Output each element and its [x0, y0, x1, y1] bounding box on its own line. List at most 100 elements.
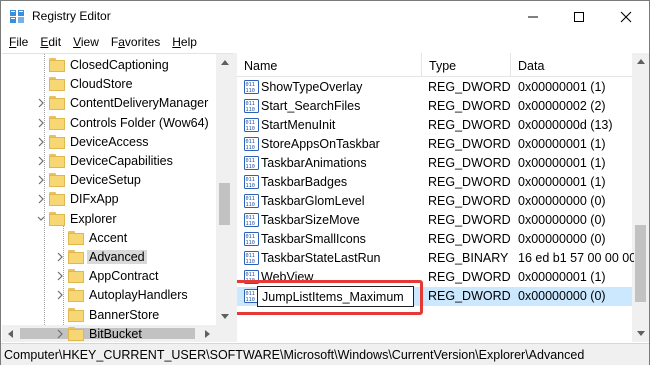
folder-icon — [49, 134, 65, 149]
registry-value-row[interactable]: 011 110 StartMenuInit REG_DWORD 0x0000000d (… — [237, 116, 632, 135]
value-type: REG_DWORD — [428, 289, 511, 303]
reg-dword-icon: 011 110 — [244, 175, 259, 189]
svg-text:110: 110 — [246, 259, 255, 265]
value-data: 0x00000001 (1) — [518, 175, 606, 189]
tree-collapsed-chevron-icon[interactable] — [35, 193, 47, 205]
registry-values-list[interactable]: Name Type Data 011 110 ShowTypeOverlay REG_… — [237, 53, 649, 342]
value-name: TaskbarSmallIcons — [261, 232, 366, 246]
value-name: WebView — [261, 270, 314, 284]
rename-value-input[interactable] — [257, 286, 414, 307]
menu-bar: File Edit View Favorites Help — [1, 32, 649, 52]
reg-dword-icon: 011 110 — [244, 270, 259, 284]
tree-expanded-chevron-icon[interactable] — [35, 213, 47, 225]
tree-item-label: DeviceCapabilities — [70, 154, 173, 168]
reg-dword-icon: 011 110 — [244, 80, 259, 94]
tree-vertical-scroll-thumb[interactable] — [219, 183, 230, 225]
tree-item[interactable]: AutoplayHandlers — [2, 286, 216, 305]
registry-value-row[interactable]: 011 110 TaskbarStateLastRun REG_BINARY 16 ed… — [237, 249, 634, 268]
tree-vertical-scrollbar[interactable] — [216, 54, 233, 325]
value-data: 16 ed b1 57 00 00 00 00 — [518, 251, 634, 265]
reg-dword-icon: 011 110 — [244, 251, 259, 265]
tree-collapsed-chevron-icon[interactable] — [54, 270, 66, 282]
tree-item[interactable]: CloudStore — [2, 75, 216, 94]
registry-key-tree[interactable]: ClosedCaptioning CloudStore ContentDeliver… — [2, 53, 233, 342]
editing-value-row[interactable]: 011110REG_DWORD0x00000000 (0) — [237, 280, 632, 315]
reg-dword-icon: 011 110 — [244, 137, 259, 151]
minimize-button[interactable] — [510, 1, 556, 32]
svg-text:110: 110 — [246, 164, 255, 170]
tree-item-label: BannerStore — [89, 307, 160, 322]
menu-file[interactable]: File — [3, 32, 34, 52]
tree-item-label: AutoplayHandlers — [89, 288, 188, 303]
registry-value-row[interactable]: 011 110 StoreAppsOnTaskbar REG_DWORD 0x00000… — [237, 135, 632, 154]
list-header: Name Type Data — [237, 53, 649, 77]
registry-value-row[interactable]: 011 110 TaskbarAnimations REG_DWORD 0x000000… — [237, 154, 632, 173]
tree-item-label: DeviceSetup — [70, 173, 141, 188]
tree-item[interactable]: Advanced — [2, 248, 216, 267]
maximize-button[interactable] — [556, 1, 602, 32]
tree-item[interactable]: BannerStore — [2, 306, 216, 325]
tree-item[interactable]: DeviceAccess — [2, 133, 216, 152]
reg-dword-icon: 011 110 — [244, 118, 259, 132]
tree-item[interactable]: ContentDeliveryManager — [2, 94, 216, 113]
svg-text:110: 110 — [246, 297, 255, 303]
folder-icon — [68, 269, 84, 284]
tree-item[interactable]: AppContract — [2, 267, 216, 286]
tree-collapsed-chevron-icon[interactable] — [35, 117, 47, 129]
folder-icon — [49, 115, 65, 130]
svg-text:110: 110 — [246, 278, 255, 284]
registry-value-row[interactable]: 011 110 TaskbarSizeMove REG_DWORD 0x00000000… — [237, 211, 632, 230]
value-type: REG_DWORD — [428, 232, 511, 246]
tree-item[interactable]: DeviceCapabilities — [2, 152, 216, 171]
tree-collapsed-chevron-icon[interactable] — [35, 97, 47, 109]
svg-text:110: 110 — [246, 107, 255, 113]
column-header-name[interactable]: Name — [237, 53, 421, 77]
tree-item[interactable]: Controls Folder (Wow64) — [2, 114, 216, 133]
registry-value-row[interactable]: 011 110 WebView REG_DWORD 0x00000001 (1) — [237, 268, 632, 287]
list-vertical-scroll-thumb[interactable] — [635, 225, 646, 302]
value-data: 0x00000000 (0) — [518, 194, 606, 208]
tree-item[interactable]: DIFxApp — [2, 190, 216, 209]
close-button[interactable] — [603, 1, 649, 32]
title-bar[interactable]: Registry Editor — [1, 1, 649, 32]
folder-icon — [49, 77, 65, 92]
value-name: StartMenuInit — [261, 118, 336, 132]
registry-value-row[interactable]: 011 110 TaskbarGlomLevel REG_DWORD 0x0000000… — [237, 192, 632, 211]
registry-value-row[interactable]: 011 110 TaskbarBadges REG_DWORD 0x00000001 (… — [237, 173, 632, 192]
menu-help[interactable]: Help — [166, 32, 203, 52]
tree-collapsed-chevron-icon[interactable] — [35, 155, 47, 167]
maximize-icon — [574, 11, 584, 22]
tree-item[interactable]: Accent — [2, 229, 216, 248]
column-header-data[interactable]: Data — [511, 53, 632, 77]
folder-icon — [68, 288, 84, 303]
scroll-down-arrow-icon[interactable] — [632, 325, 649, 342]
tree-collapsed-chevron-icon[interactable] — [35, 136, 47, 148]
menu-favorites[interactable]: Favorites — [105, 32, 166, 52]
tree-item[interactable]: Explorer — [2, 210, 216, 229]
scroll-up-arrow-icon[interactable] — [632, 53, 649, 70]
tree-collapsed-chevron-icon[interactable] — [54, 328, 66, 340]
list-vertical-scrollbar[interactable] — [632, 53, 649, 342]
folder-icon — [49, 192, 65, 207]
menu-edit[interactable]: Edit — [34, 32, 67, 52]
scroll-up-arrow-icon[interactable] — [216, 54, 233, 71]
tree-item[interactable]: ClosedCaptioning — [2, 56, 216, 75]
registry-value-row[interactable]: 011 110 Start_SearchFiles REG_DWORD 0x000000… — [237, 97, 632, 116]
value-type: REG_DWORD — [428, 99, 511, 113]
scroll-down-arrow-icon[interactable] — [216, 308, 233, 325]
tree-item-label: Controls Folder (Wow64) — [70, 115, 209, 130]
tree-collapsed-chevron-icon[interactable] — [54, 251, 66, 263]
value-type: REG_DWORD — [428, 213, 511, 227]
registry-value-row[interactable]: 011 110 TaskbarSmallIcons REG_DWORD 0x000000… — [237, 230, 632, 249]
value-data: 0x00000000 (0) — [518, 289, 606, 303]
minimize-icon — [528, 16, 538, 17]
menu-view[interactable]: View — [67, 32, 105, 52]
registry-value-row[interactable]: 011 110 ShowTypeOverlay REG_DWORD 0x00000001… — [237, 78, 632, 97]
tree-collapsed-chevron-icon[interactable] — [54, 289, 66, 301]
tree-collapsed-chevron-icon[interactable] — [35, 174, 47, 186]
tree-item[interactable]: DeviceSetup — [2, 171, 216, 190]
column-header-type[interactable]: Type — [422, 53, 510, 77]
value-data: 0x00000001 (1) — [518, 156, 606, 170]
folder-icon — [49, 58, 65, 72]
tree-item[interactable]: BitBucket — [2, 325, 216, 342]
